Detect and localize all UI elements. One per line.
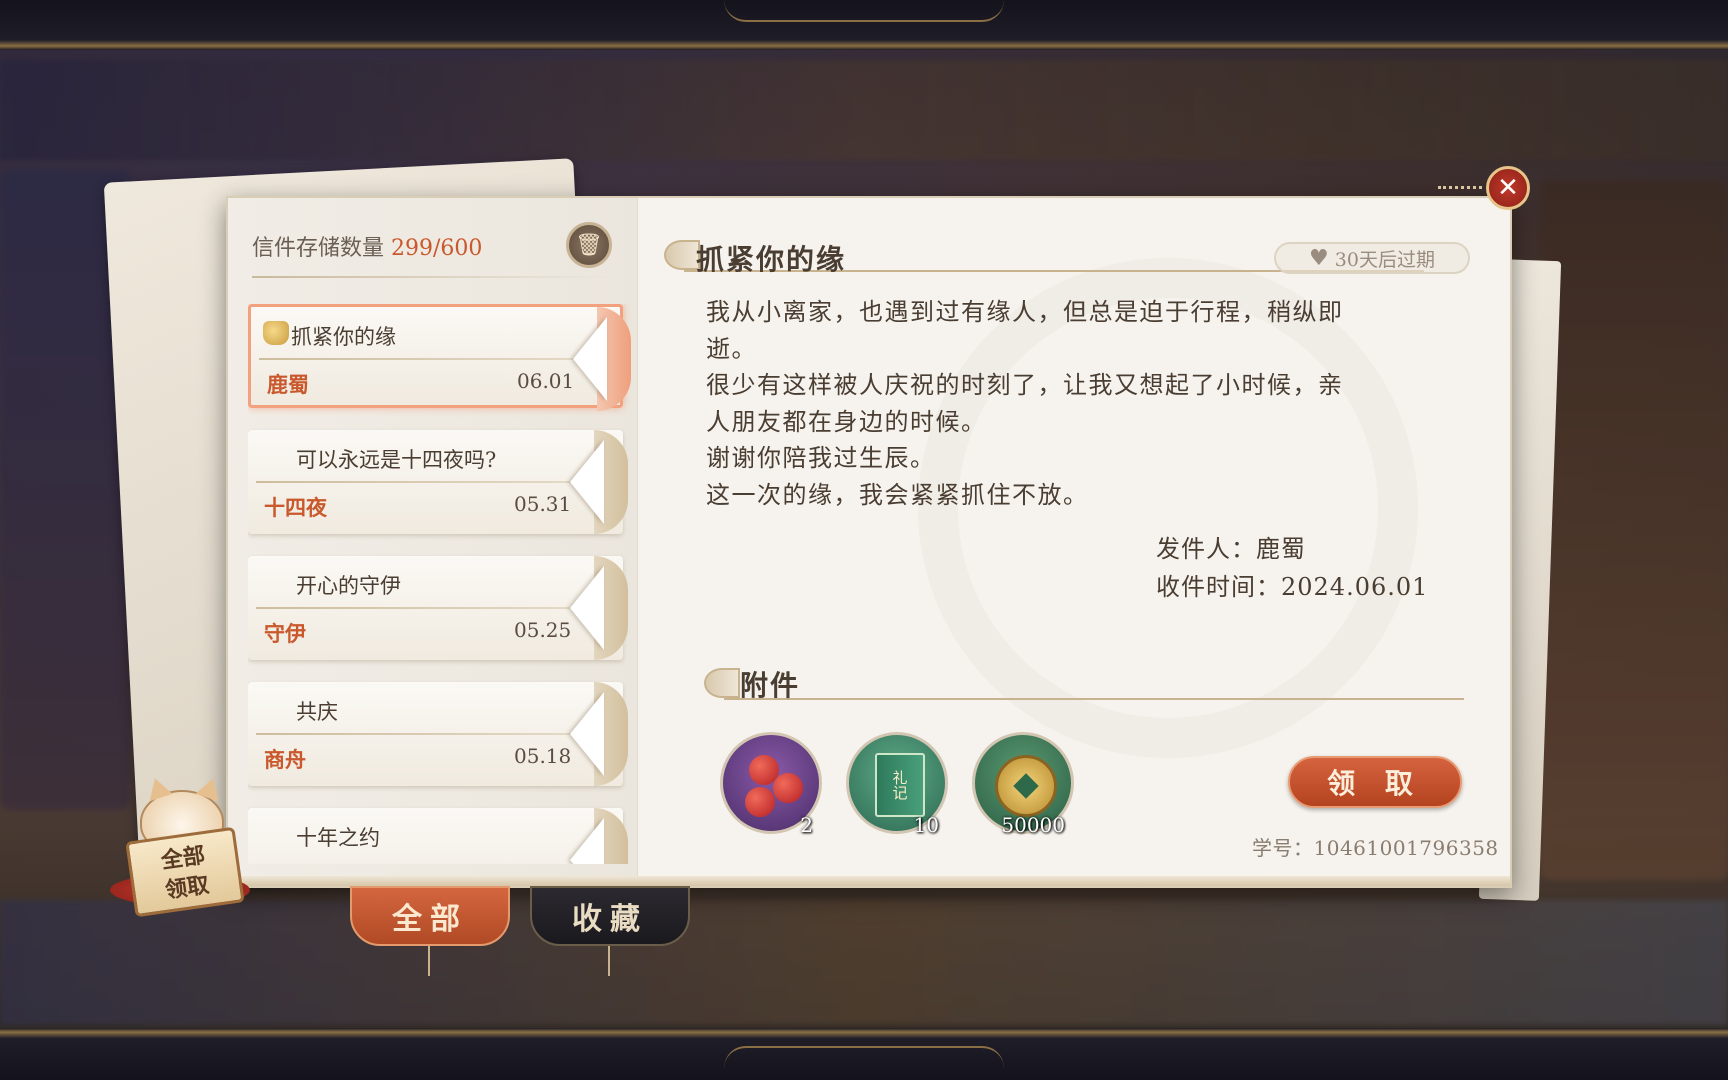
- reward-count: 2: [800, 813, 813, 837]
- tassel-icon: [428, 946, 430, 976]
- bottom-ornament: [724, 1046, 1004, 1068]
- reward-count: 50000: [1001, 813, 1065, 837]
- mail-sender: 守伊: [264, 621, 306, 646]
- storage-count: 299/600: [391, 236, 483, 261]
- letter-line: 人朋友都在身边的时候。: [706, 407, 987, 436]
- mail-date: 05.25: [514, 618, 572, 642]
- money-bag-icon: [263, 321, 289, 345]
- claim-all-button[interactable]: 全部 领取: [100, 774, 260, 918]
- mail-sender: 商舟: [264, 747, 306, 772]
- mail-divider: [256, 481, 576, 483]
- attachment-underline: [724, 698, 1464, 700]
- attachment-title-bar: [704, 664, 1464, 700]
- close-dots: [1438, 186, 1482, 189]
- heart-icon: ♥: [1309, 245, 1329, 271]
- claim-button[interactable]: 领 取: [1288, 756, 1462, 808]
- mail-subject: 可以永远是十四夜吗?: [296, 448, 497, 472]
- envelope-flap-icon: [570, 692, 604, 776]
- mail-item-2[interactable]: 开心的守伊 守伊 05.25: [248, 556, 628, 660]
- reward-count: 10: [913, 813, 939, 837]
- mail-date: 06.01: [517, 369, 575, 393]
- mail-item-0[interactable]: 抓紧你的缘 鹿蜀 06.01: [248, 304, 631, 411]
- student-id: 学号：10461001796358: [1252, 836, 1499, 860]
- scroll-ornament-icon: [704, 668, 740, 698]
- mail-divider: [256, 607, 576, 609]
- letter-title: 抓紧你的缘: [696, 243, 847, 276]
- delete-button[interactable]: 🗑: [566, 222, 612, 268]
- close-icon: ✕: [1497, 173, 1519, 203]
- mail-panel: 信件存储数量 299/600 🗑 抓紧你的缘 鹿蜀 06.01 可以永远是十四夜…: [226, 196, 1512, 888]
- background-bottom-decor: [0, 900, 1728, 1025]
- storage-divider: [252, 276, 612, 278]
- tab-all[interactable]: 全部: [350, 886, 510, 946]
- tassel-icon: [608, 946, 610, 976]
- mail-item-1[interactable]: 可以永远是十四夜吗? 十四夜 05.31: [248, 430, 628, 534]
- envelope-flap-icon: [570, 818, 604, 864]
- mail-subject: 共庆: [296, 700, 338, 724]
- close-button[interactable]: ✕: [1486, 166, 1530, 210]
- background-top-decor: [0, 60, 1728, 160]
- background-right-shelf: [1540, 180, 1728, 880]
- top-ornament: [724, 0, 1004, 22]
- letter-line: 我从小离家，也遇到过有缘人，但总是迫于行程，稍纵即: [706, 298, 1344, 326]
- reward-apples[interactable]: 2: [720, 732, 822, 837]
- letter-line: 这一次的缘，我会紧紧抓住不放。: [706, 480, 1089, 509]
- mail-subject: 开心的守伊: [296, 574, 401, 598]
- reward-coins[interactable]: 50000: [972, 732, 1074, 837]
- etiquette-book-icon: 礼记: [875, 753, 925, 817]
- mail-date: 05.31: [514, 492, 572, 516]
- sender-line: 发件人：鹿蜀: [1156, 535, 1306, 563]
- letter-meta: 发件人：鹿蜀 收件时间：2024.06.01: [1156, 530, 1428, 606]
- mail-subject: 十年之约: [296, 826, 380, 850]
- letter-line: 很少有这样被人庆祝的时刻了，让我又想起了小时候，亲: [706, 371, 1344, 399]
- envelope-flap-icon: [570, 440, 604, 524]
- mail-list-pane: 信件存储数量 299/600 🗑 抓紧你的缘 鹿蜀 06.01 可以永远是十四夜…: [228, 198, 638, 878]
- bottom-frame: [0, 1028, 1728, 1080]
- top-frame: [0, 0, 1728, 50]
- envelope-flap-icon: [573, 317, 607, 401]
- storage-counter: 信件存储数量 299/600: [252, 230, 482, 262]
- mail-sender: 鹿蜀: [267, 372, 309, 397]
- mail-date: 05.18: [514, 744, 572, 768]
- tab-favorites[interactable]: 收藏: [530, 886, 690, 946]
- letter-line: 谢谢你陪我过生辰。: [706, 444, 936, 472]
- expire-badge: ♥ 30天后过期: [1274, 242, 1470, 274]
- attachment-title: 附件: [740, 669, 801, 702]
- storage-label: 信件存储数量: [252, 236, 385, 261]
- envelope-flap-icon: [570, 566, 604, 650]
- mail-divider: [259, 358, 579, 360]
- mail-subject: 抓紧你的缘: [291, 325, 396, 349]
- mail-list[interactable]: 抓紧你的缘 鹿蜀 06.01 可以永远是十四夜吗? 十四夜 05.31 开心的守…: [248, 304, 648, 864]
- coin-icon: [995, 755, 1057, 817]
- mail-item-4[interactable]: 十年之约: [248, 808, 628, 864]
- expire-text: 30天后过期: [1334, 248, 1435, 271]
- mail-item-3[interactable]: 共庆 商舟 05.18: [248, 682, 628, 786]
- mail-divider: [256, 733, 576, 735]
- claim-all-sign: 全部 领取: [125, 826, 245, 918]
- letter-line: 逝。: [706, 334, 757, 363]
- mail-sender: 十四夜: [264, 495, 327, 520]
- letter-body: 我从小离家，也遇到过有缘人，但总是迫于行程，稍纵即 逝。 很少有这样被人庆祝的时…: [706, 294, 1466, 513]
- reward-book[interactable]: 礼记 10: [846, 732, 948, 837]
- scroll-ornament-icon: [664, 240, 700, 270]
- received-time-line: 收件时间：2024.06.01: [1156, 573, 1429, 601]
- trash-icon: 🗑: [575, 232, 603, 258]
